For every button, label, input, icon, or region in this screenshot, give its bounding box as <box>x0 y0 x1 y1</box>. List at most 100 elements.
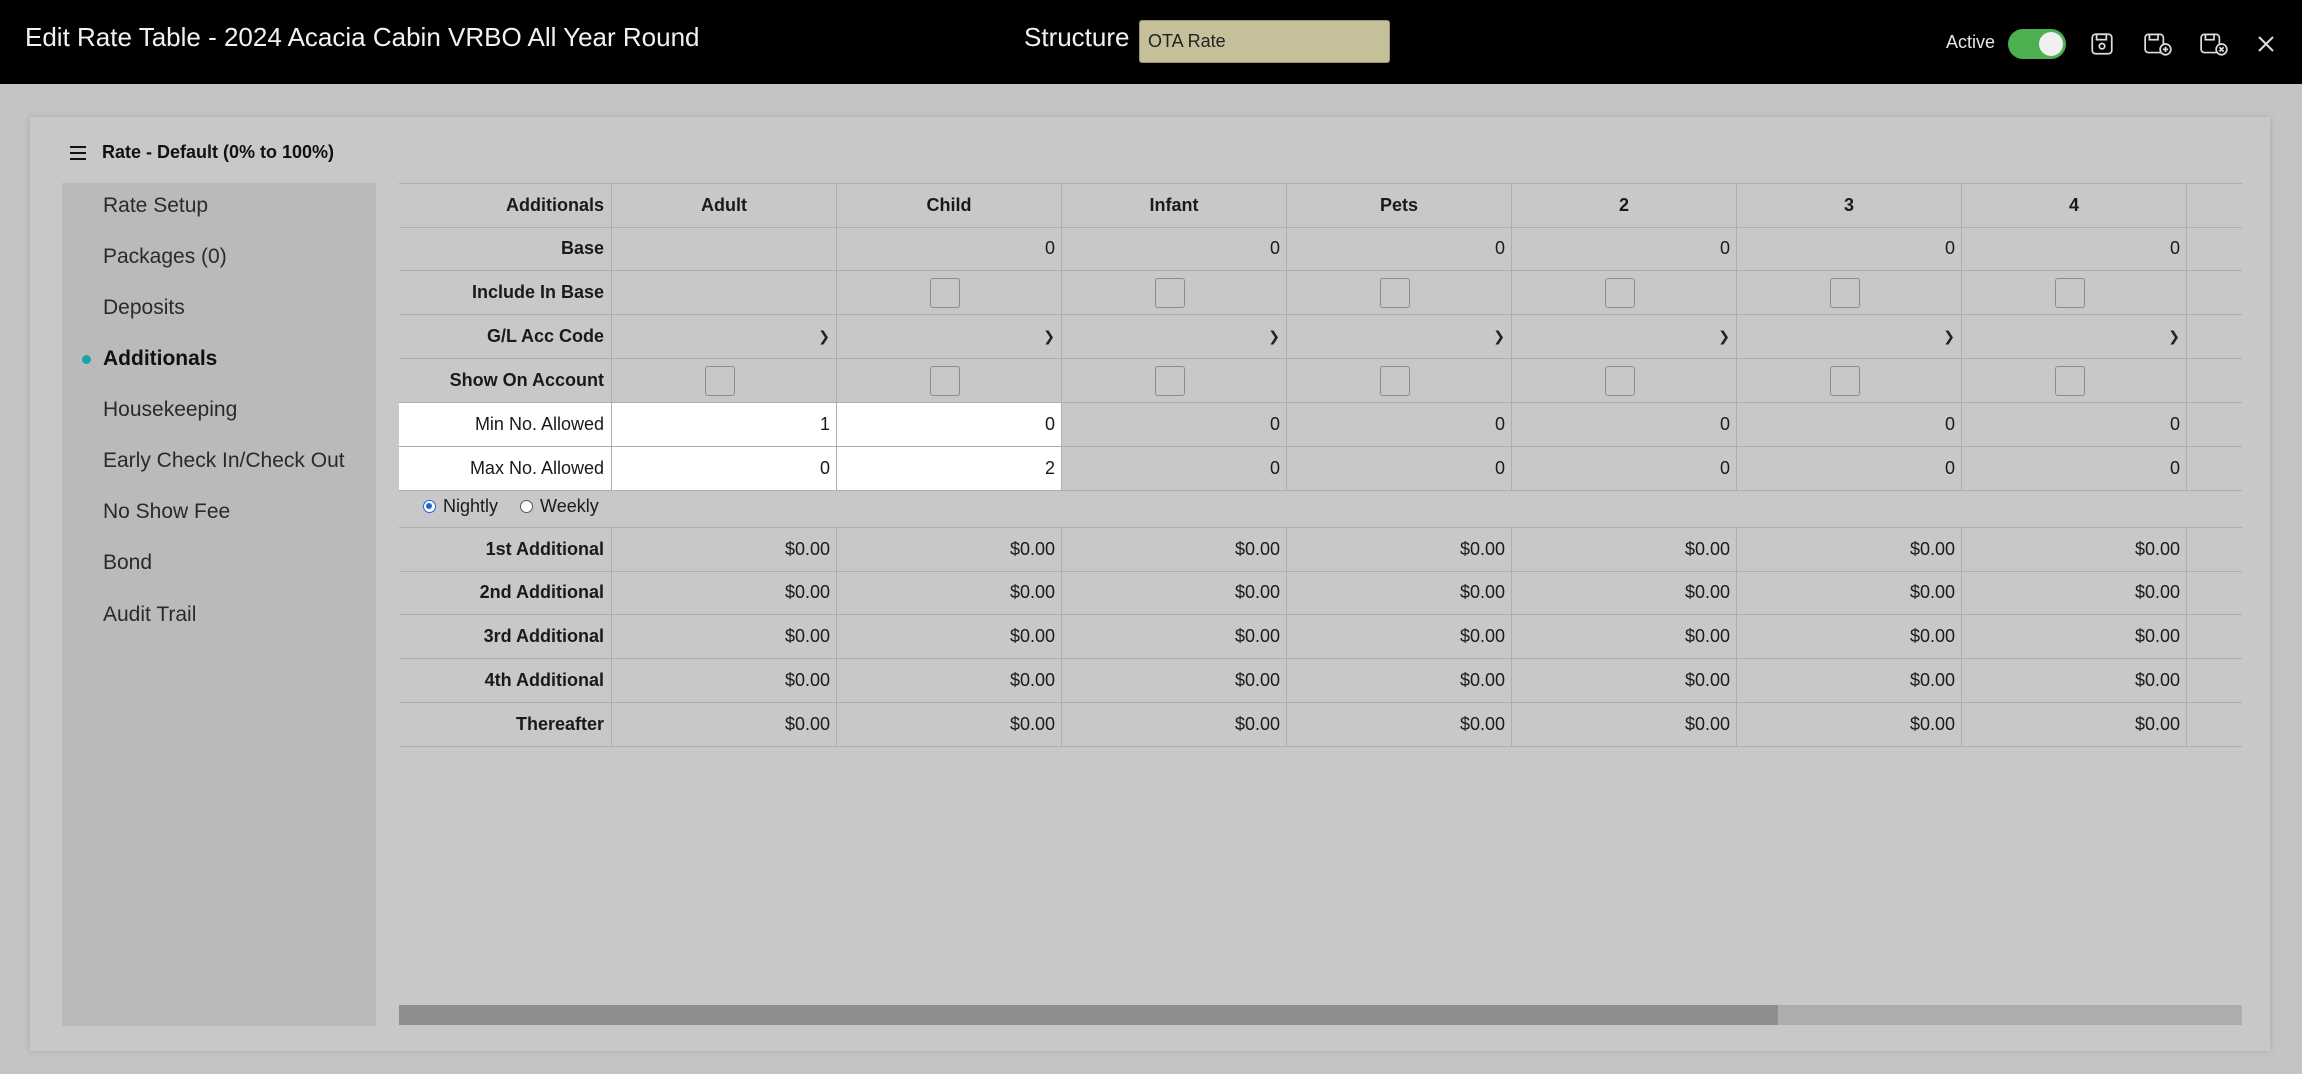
base-input-3[interactable]: 0 <box>1737 227 1962 270</box>
include-in-base-checkbox-4[interactable] <box>2055 277 2085 308</box>
sidebar-item-audit-trail[interactable]: Audit Trail <box>103 603 196 627</box>
column-header-infant: Infant <box>1062 184 1287 227</box>
rate-input[interactable]: $0.00 <box>612 703 837 746</box>
nightly-radio[interactable] <box>423 500 436 513</box>
rate-input[interactable]: $0.00 <box>1062 659 1287 702</box>
rate-input[interactable]: $0.00 <box>1062 571 1287 614</box>
rate-input[interactable]: $0.00 <box>1737 571 1962 614</box>
rate-input[interactable]: $0.00 <box>1962 615 2187 658</box>
min-allowed-input-infant[interactable]: 0 <box>1062 403 1287 446</box>
rate-input[interactable]: $0.00 <box>1062 528 1287 571</box>
save-icon[interactable] <box>2086 28 2118 60</box>
rate-input[interactable]: $0.00 <box>1737 528 1962 571</box>
rate-input[interactable]: $0.00 <box>1962 571 2187 614</box>
gl-select-pets[interactable]: ❯ <box>1287 315 1512 358</box>
rate-input[interactable]: $0.00 <box>1512 659 1737 702</box>
sidebar-item-rate-setup[interactable]: Rate Setup <box>103 194 208 218</box>
active-label: Active <box>1946 32 1996 52</box>
show-on-account-checkbox-3[interactable] <box>1830 365 1860 396</box>
rate-input[interactable]: $0.00 <box>612 615 837 658</box>
show-on-account-checkbox-adult[interactable] <box>705 365 735 396</box>
gl-select-3[interactable]: ❯ <box>1737 315 1962 358</box>
gl-select-4[interactable]: ❯ <box>1962 315 2187 358</box>
gl-select-adult[interactable]: ❯ <box>612 315 837 358</box>
gl-select-infant[interactable]: ❯ <box>1062 315 1287 358</box>
rate-input[interactable]: $0.00 <box>1287 615 1512 658</box>
max-allowed-input-pets[interactable]: 0 <box>1287 447 1512 490</box>
horizontal-scrollbar[interactable] <box>399 1005 2242 1025</box>
rate-input[interactable]: $0.00 <box>837 659 1062 702</box>
max-allowed-input-4[interactable]: 0 <box>1962 447 2187 490</box>
sidebar-item-early-check-in[interactable]: Early Check In/Check Out <box>103 449 345 473</box>
structure-input[interactable]: OTA Rate <box>1139 20 1390 63</box>
max-allowed-input-2[interactable]: 0 <box>1512 447 1737 490</box>
base-input-child[interactable]: 0 <box>837 227 1062 270</box>
show-on-account-checkbox-2[interactable] <box>1605 365 1635 396</box>
show-on-account-checkbox-pets[interactable] <box>1380 365 1410 396</box>
hamburger-menu-icon[interactable] <box>70 145 86 160</box>
rate-input[interactable]: $0.00 <box>1737 615 1962 658</box>
rate-input[interactable]: $0.00 <box>1062 615 1287 658</box>
rate-input[interactable]: $0.00 <box>1512 615 1737 658</box>
rate-input[interactable]: $0.00 <box>612 659 837 702</box>
rate-input[interactable]: $0.00 <box>1287 528 1512 571</box>
rate-input[interactable]: $0.00 <box>1512 703 1737 746</box>
rate-input[interactable]: $0.00 <box>1062 703 1287 746</box>
nightly-label[interactable]: Nightly <box>443 496 498 517</box>
max-allowed-input-infant[interactable]: 0 <box>1062 447 1287 490</box>
rate-input[interactable]: $0.00 <box>837 528 1062 571</box>
base-input-4[interactable]: 0 <box>1962 227 2187 270</box>
include-in-base-checkbox-pets[interactable] <box>1380 277 1410 308</box>
show-on-account-checkbox-child[interactable] <box>930 365 960 396</box>
rate-input[interactable]: $0.00 <box>837 703 1062 746</box>
rate-input[interactable]: $0.00 <box>1737 659 1962 702</box>
show-on-account-checkbox-4[interactable] <box>2055 365 2085 396</box>
rate-input[interactable]: $0.00 <box>1287 703 1512 746</box>
rate-input[interactable]: $0.00 <box>837 571 1062 614</box>
min-allowed-input-child[interactable]: 0 <box>837 403 1062 446</box>
rate-input[interactable]: $0.00 <box>1962 528 2187 571</box>
rate-input[interactable]: $0.00 <box>1962 703 2187 746</box>
min-allowed-input-3[interactable]: 0 <box>1737 403 1962 446</box>
min-allowed-input-4[interactable]: 0 <box>1962 403 2187 446</box>
base-input-pets[interactable]: 0 <box>1287 227 1512 270</box>
max-allowed-input-child[interactable]: 2 <box>837 447 1062 490</box>
save-and-new-icon[interactable] <box>2142 28 2174 60</box>
rate-input[interactable]: $0.00 <box>1512 571 1737 614</box>
max-allowed-input-adult[interactable]: 0 <box>612 447 837 490</box>
show-on-account-checkbox-infant[interactable] <box>1155 365 1185 396</box>
sidebar-item-bond[interactable]: Bond <box>103 551 152 575</box>
sidebar-item-no-show-fee[interactable]: No Show Fee <box>103 500 230 524</box>
rate-input[interactable]: $0.00 <box>1962 659 2187 702</box>
sidebar-item-housekeeping[interactable]: Housekeeping <box>103 398 237 422</box>
rate-input[interactable]: $0.00 <box>837 615 1062 658</box>
row-label: Include In Base <box>399 271 612 314</box>
include-in-base-checkbox-3[interactable] <box>1830 277 1860 308</box>
include-in-base-checkbox-infant[interactable] <box>1155 277 1185 308</box>
max-allowed-input-3[interactable]: 0 <box>1737 447 1962 490</box>
weekly-radio[interactable] <box>520 500 534 513</box>
include-in-base-checkbox-child[interactable] <box>930 277 960 308</box>
close-icon[interactable] <box>2250 28 2282 60</box>
include-in-base-checkbox-2[interactable] <box>1605 277 1635 308</box>
rate-input[interactable]: $0.00 <box>1512 528 1737 571</box>
sidebar-item-deposits[interactable]: Deposits <box>103 296 185 320</box>
rate-input[interactable]: $0.00 <box>1287 659 1512 702</box>
base-input-2[interactable]: 0 <box>1512 227 1737 270</box>
save-and-close-icon[interactable] <box>2198 28 2230 60</box>
min-allowed-input-pets[interactable]: 0 <box>1287 403 1512 446</box>
weekly-label[interactable]: Weekly <box>540 496 599 517</box>
base-input-infant[interactable]: 0 <box>1062 227 1287 270</box>
active-toggle[interactable] <box>2008 29 2066 59</box>
rate-input[interactable]: $0.00 <box>612 571 837 614</box>
scrollbar-thumb[interactable] <box>399 1005 1778 1025</box>
rate-input[interactable]: $0.00 <box>1737 703 1962 746</box>
gl-select-child[interactable]: ❯ <box>837 315 1062 358</box>
sidebar-item-additionals[interactable]: Additionals <box>103 347 217 371</box>
rate-input[interactable]: $0.00 <box>1287 571 1512 614</box>
min-allowed-input-adult[interactable]: 1 <box>612 403 837 446</box>
min-allowed-input-2[interactable]: 0 <box>1512 403 1737 446</box>
sidebar-item-packages[interactable]: Packages (0) <box>103 245 227 269</box>
gl-select-2[interactable]: ❯ <box>1512 315 1737 358</box>
rate-input[interactable]: $0.00 <box>612 528 837 571</box>
